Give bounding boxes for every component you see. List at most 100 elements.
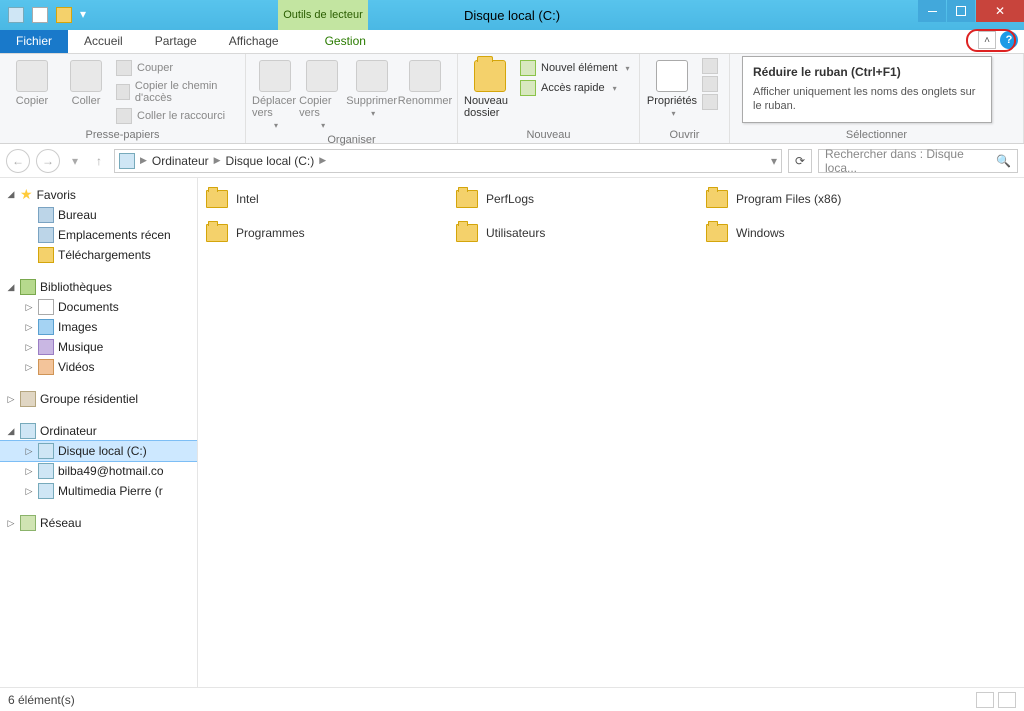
drive-icon (8, 7, 24, 23)
homegroup-icon (20, 391, 36, 407)
edit-icon[interactable] (702, 76, 718, 92)
folder-item[interactable]: PerfLogs (456, 190, 666, 208)
easy-access-button[interactable]: Accès rapide (520, 78, 629, 98)
refresh-button[interactable]: ⟳ (788, 149, 812, 173)
downloads-icon (38, 247, 54, 263)
network-icon (20, 515, 36, 531)
recent-icon (38, 227, 54, 243)
help-button[interactable]: ? (1000, 31, 1018, 49)
folder-item[interactable]: Windows (706, 224, 916, 242)
tree-computer[interactable]: ◢Ordinateur (0, 421, 197, 441)
folder-icon (456, 224, 478, 242)
folder-icon (456, 190, 478, 208)
breadcrumb-item[interactable]: Ordinateur (152, 154, 209, 168)
title-bar: ▾ Outils de lecteur Disque local (C:) (0, 0, 1024, 30)
drive-icon (38, 483, 54, 499)
navigation-tree[interactable]: ◢★Favoris Bureau Emplacements récen Télé… (0, 178, 198, 687)
paste-shortcut-button[interactable]: Coller le raccourci (116, 106, 239, 126)
new-item-button[interactable]: Nouvel élément (520, 58, 629, 78)
view-icons-button[interactable] (998, 692, 1016, 708)
back-button[interactable]: ← (6, 149, 30, 173)
folder-item[interactable]: Intel (206, 190, 416, 208)
quick-access-toolbar: ▾ (0, 7, 88, 23)
content-area[interactable]: Intel Programmes PerfLogs Utilisateurs P… (198, 178, 1024, 687)
paste-button[interactable]: Coller (60, 58, 112, 126)
up-button[interactable]: ↑ (90, 152, 108, 170)
group-label: Presse-papiers (6, 126, 239, 143)
tree-item-downloads[interactable]: Téléchargements (0, 245, 197, 265)
status-bar: 6 élément(s) (0, 687, 1024, 711)
chevron-right-icon[interactable]: ▶ (137, 155, 150, 166)
folder-icon (706, 224, 728, 242)
new-folder-icon[interactable] (56, 7, 72, 23)
tree-item-recent[interactable]: Emplacements récen (0, 225, 197, 245)
minimize-button[interactable] (918, 0, 946, 22)
new-folder-button[interactable]: Nouveau dossier (464, 58, 516, 119)
documents-icon (38, 299, 54, 315)
ribbon-tabs: Fichier Accueil Partage Affichage Gestio… (0, 30, 1024, 54)
recent-locations-button[interactable]: ▾ (66, 152, 84, 170)
tab-home[interactable]: Accueil (68, 30, 139, 53)
properties-button[interactable]: Propriétés (646, 58, 698, 119)
close-button[interactable] (976, 0, 1024, 22)
folder-item[interactable]: Program Files (x86) (706, 190, 916, 208)
drive-icon (38, 463, 54, 479)
music-icon (38, 339, 54, 355)
open-icon[interactable] (702, 58, 718, 74)
properties-icon[interactable] (32, 7, 48, 23)
move-to-button[interactable]: Déplacer vers (252, 58, 297, 131)
history-icon[interactable] (702, 94, 718, 110)
tree-item-network-drive[interactable]: ▷Multimedia Pierre (r (0, 481, 197, 501)
address-dropdown-icon[interactable]: ▾ (771, 154, 777, 168)
tree-network[interactable]: ▷Réseau (0, 513, 197, 533)
group-open: Propriétés Ouvrir (640, 54, 730, 143)
copy-button[interactable]: Copier (6, 58, 58, 126)
computer-icon (20, 423, 36, 439)
copy-path-button[interactable]: Copier le chemin d'accès (116, 78, 239, 106)
star-icon: ★ (20, 186, 33, 203)
ribbon: Copier Coller Couper Copier le chemin d'… (0, 54, 1024, 144)
group-label: Ouvrir (646, 126, 723, 143)
breadcrumb-item[interactable]: Disque local (C:) (226, 154, 315, 168)
search-box[interactable]: Rechercher dans : Disque loca... 🔍 (818, 149, 1018, 173)
view-details-button[interactable] (976, 692, 994, 708)
tree-item-desktop[interactable]: Bureau (0, 205, 197, 225)
tree-item-local-disk[interactable]: ▷Disque local (C:) (0, 441, 197, 461)
search-icon: 🔍 (996, 154, 1011, 168)
tab-manage[interactable]: Gestion (309, 30, 382, 53)
tab-file[interactable]: Fichier (0, 30, 68, 53)
chevron-right-icon[interactable]: ▶ (316, 155, 329, 166)
address-bar[interactable]: ▶ Ordinateur ▶ Disque local (C:) ▶ ▾ (114, 149, 782, 173)
tree-item-music[interactable]: ▷Musique (0, 337, 197, 357)
tree-item-onedrive[interactable]: ▷bilba49@hotmail.co (0, 461, 197, 481)
folder-item[interactable]: Programmes (206, 224, 416, 242)
group-organize: Déplacer vers Copier vers Supprimer Reno… (246, 54, 458, 143)
status-count: 6 élément(s) (8, 693, 75, 707)
tooltip-collapse-ribbon: Réduire le ruban (Ctrl+F1) Afficher uniq… (742, 56, 992, 123)
group-new: Nouveau dossier Nouvel élément Accès rap… (458, 54, 640, 143)
tree-item-images[interactable]: ▷Images (0, 317, 197, 337)
tab-view[interactable]: Affichage (213, 30, 295, 53)
maximize-button[interactable] (947, 0, 975, 22)
tree-item-documents[interactable]: ▷Documents (0, 297, 197, 317)
tree-item-videos[interactable]: ▷Vidéos (0, 357, 197, 377)
delete-button[interactable]: Supprimer (346, 58, 397, 131)
chevron-right-icon[interactable]: ▶ (211, 155, 224, 166)
drive-icon (119, 153, 135, 169)
images-icon (38, 319, 54, 335)
rename-button[interactable]: Renommer (399, 58, 451, 131)
cut-button[interactable]: Couper (116, 58, 239, 78)
copy-to-button[interactable]: Copier vers (299, 58, 344, 131)
folder-icon (206, 190, 228, 208)
tree-favorites[interactable]: ◢★Favoris (0, 184, 197, 205)
forward-button[interactable]: → (36, 149, 60, 173)
qat-dropdown-icon[interactable]: ▾ (80, 7, 88, 23)
tree-homegroup[interactable]: ▷Groupe résidentiel (0, 389, 197, 409)
tree-libraries[interactable]: ◢Bibliothèques (0, 277, 197, 297)
folder-item[interactable]: Utilisateurs (456, 224, 666, 242)
collapse-ribbon-button[interactable]: ˄ (978, 31, 996, 49)
contextual-tab-label: Outils de lecteur (278, 0, 368, 30)
tab-share[interactable]: Partage (139, 30, 213, 53)
main-body: ◢★Favoris Bureau Emplacements récen Télé… (0, 178, 1024, 687)
group-label: Organiser (252, 131, 451, 148)
